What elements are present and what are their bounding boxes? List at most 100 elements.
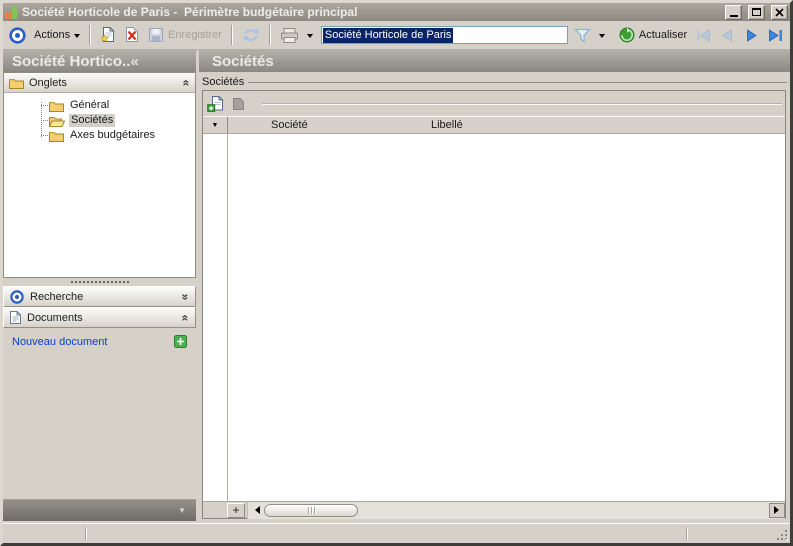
- column-header-societe[interactable]: Société: [228, 117, 426, 133]
- dropdown-caret-icon: [306, 33, 313, 41]
- tabs-tree: Général Sociétés Axes budgétaires: [4, 93, 195, 143]
- folder-icon: [49, 131, 64, 142]
- documents-section-header[interactable]: Documents «: [3, 307, 196, 328]
- perimeter-input[interactable]: Société Horticole de Paris: [320, 26, 568, 44]
- delete-record-button[interactable]: [122, 26, 142, 44]
- tree-item-general[interactable]: Général: [4, 98, 195, 113]
- actions-dropdown-button[interactable]: Actions: [32, 28, 82, 42]
- refresh-button[interactable]: Actualiser: [617, 26, 689, 44]
- expand-panel-icon: ▼: [178, 506, 186, 515]
- print-dropdown-button[interactable]: [305, 29, 315, 42]
- bullseye-icon: [9, 26, 26, 44]
- add-row-button[interactable]: +: [227, 502, 245, 518]
- bullseye-icon: [10, 289, 24, 304]
- folder-icon: [49, 101, 64, 112]
- maximize-button[interactable]: [748, 4, 765, 20]
- sidebar-collapsed-panel-bar[interactable]: ▼: [3, 499, 196, 521]
- resize-grip[interactable]: [775, 528, 788, 541]
- new-document-row: Nouveau document: [3, 335, 196, 348]
- filter-button[interactable]: [572, 27, 593, 44]
- grid-filter-icon: ▼: [211, 121, 219, 129]
- tree-item-societes[interactable]: Sociétés: [4, 113, 195, 128]
- horizontal-scrollbar[interactable]: [247, 501, 785, 519]
- sidebar-collapse-icon[interactable]: «: [130, 53, 138, 70]
- sidebar-caption-label: Société Hortico..: [12, 52, 131, 70]
- app-window: Société Horticole de Paris - Périmètre b…: [0, 0, 793, 546]
- minimize-icon: [729, 14, 738, 17]
- toolbar-separator: [230, 25, 233, 45]
- document-icon: [10, 311, 21, 324]
- search-section-header[interactable]: Recherche »: [3, 286, 196, 307]
- previous-record-button[interactable]: [720, 28, 735, 42]
- titlebar: Société Horticole de Paris - Périmètre b…: [3, 3, 790, 21]
- record-navigator: [696, 28, 786, 42]
- toolbar-separator: [89, 25, 92, 45]
- filter-dropdown-button[interactable]: [597, 29, 607, 42]
- last-record-button[interactable]: [768, 28, 783, 42]
- grid-header: ▼ Société Libellé: [203, 116, 785, 134]
- print-button[interactable]: [278, 27, 301, 44]
- societes-group-content: ▼ Société Libellé +: [202, 90, 786, 519]
- collapse-up-icon[interactable]: «: [180, 79, 194, 86]
- close-button[interactable]: [771, 4, 788, 20]
- right-arrow-icon: [773, 506, 783, 514]
- statusbar-divider: [686, 527, 688, 540]
- left-arrow-icon: [251, 506, 260, 514]
- funnel-icon: [573, 28, 591, 43]
- tree-item-label: Sociétés: [69, 114, 116, 127]
- maximize-icon: [752, 8, 761, 16]
- refresh-orb-icon: [619, 27, 635, 43]
- group-box-line: [248, 81, 787, 83]
- grid-toolbar-groove: [262, 102, 782, 105]
- grid-delete-button[interactable]: [232, 97, 245, 111]
- grid-indicator-column: [203, 134, 228, 501]
- save-button[interactable]: Enregistrer: [146, 26, 224, 44]
- close-icon: [775, 7, 784, 17]
- sync-button[interactable]: [240, 26, 262, 44]
- toolbar-separator: [268, 25, 271, 45]
- sidebar-splitter[interactable]: [3, 278, 196, 286]
- tree-item-axes-budgetaires[interactable]: Axes budgétaires: [4, 128, 195, 143]
- collapse-up-icon[interactable]: «: [179, 314, 193, 321]
- folder-icon: [9, 78, 24, 89]
- first-record-button[interactable]: [696, 28, 711, 42]
- grid-body: [203, 134, 785, 501]
- new-document-button[interactable]: [98, 26, 118, 44]
- minimize-button[interactable]: [725, 4, 742, 20]
- next-record-button[interactable]: [744, 28, 759, 42]
- group-box-label-row: Sociétés: [199, 74, 787, 89]
- splitter-grip-icon: [70, 281, 129, 283]
- tabs-section-header[interactable]: Onglets «: [4, 73, 195, 93]
- grid-add-button[interactable]: [207, 95, 224, 112]
- new-document-link[interactable]: Nouveau document: [12, 336, 107, 348]
- statusbar-divider: [85, 527, 87, 540]
- sidebar-caption: Société Hortico.. «: [3, 50, 196, 72]
- scroll-right-button[interactable]: [769, 502, 785, 518]
- sync-icon: [243, 28, 259, 42]
- column-header-libelle[interactable]: Libellé: [426, 117, 785, 133]
- tree-item-label: Général: [70, 99, 110, 111]
- documents-section-label: Documents: [27, 311, 83, 324]
- actions-icon-button[interactable]: [7, 26, 28, 45]
- save-label: Enregistrer: [168, 29, 222, 41]
- tree-item-label: Axes budgétaires: [70, 129, 155, 141]
- grid-bottom-bar: +: [203, 501, 785, 519]
- expand-down-icon[interactable]: »: [179, 293, 193, 300]
- printer-icon: [280, 27, 298, 43]
- main-caption: Sociétés: [199, 50, 790, 72]
- main-toolbar: Actions Enregistrer Société Horticole de…: [3, 21, 790, 50]
- perimeter-input-value: Société Horticole de Paris: [322, 27, 454, 43]
- delete-record-icon: [126, 27, 139, 42]
- open-folder-icon: [49, 116, 65, 127]
- app-icon: [5, 5, 18, 19]
- window-title: Société Horticole de Paris - Périmètre b…: [22, 5, 358, 19]
- tabs-section-label: Onglets: [29, 76, 67, 89]
- refresh-label: Actualiser: [638, 29, 688, 41]
- save-icon: [149, 28, 164, 42]
- grid-indicator-header[interactable]: ▼: [203, 117, 228, 133]
- scroll-left-button[interactable]: [248, 503, 264, 518]
- scrollbar-thumb[interactable]: [264, 503, 358, 517]
- new-document-add-button[interactable]: [174, 335, 187, 348]
- new-document-icon: [100, 27, 115, 42]
- grid-toolbar: [203, 91, 785, 116]
